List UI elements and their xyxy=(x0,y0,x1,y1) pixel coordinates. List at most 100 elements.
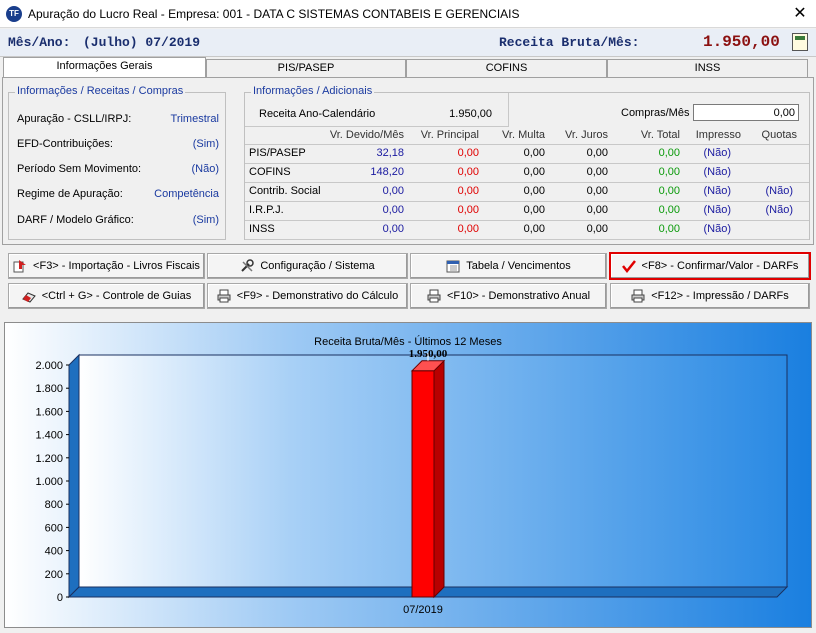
tax-row-name: INSS xyxy=(249,223,275,235)
col-header: Vr. Principal xyxy=(420,129,479,141)
calc-report-button[interactable]: <F9> - Demonstrativo do Cálculo xyxy=(207,283,408,309)
app-icon: TF xyxy=(6,6,22,22)
tax-cell-impresso[interactable]: (Não) xyxy=(703,185,731,197)
y-tick-label: 200 xyxy=(45,569,63,581)
tab-informacoes-gerais[interactable]: Informações Gerais xyxy=(3,57,206,78)
info-row-label: DARF / Modelo Gráfico: xyxy=(17,214,134,226)
config-button[interactable]: Configuração / Sistema xyxy=(207,253,408,279)
tax-cell-multa: 0,00 xyxy=(523,223,545,235)
annual-report-button-label: <F10> - Demonstrativo Anual xyxy=(446,290,591,302)
tax-cell-total: 0,00 xyxy=(658,185,680,197)
tax-cell-impresso[interactable]: (Não) xyxy=(703,223,731,235)
tax-cell-multa: 0,00 xyxy=(523,147,545,159)
tax-cell-devido: 0,00 xyxy=(382,204,404,216)
tax-cell-quotas[interactable]: (Não) xyxy=(765,185,793,197)
tools-icon xyxy=(240,259,255,273)
chart-title: Receita Bruta/Mês - Últimos 12 Meses xyxy=(314,335,502,348)
y-tick-label: 0 xyxy=(57,592,63,604)
info-row-label: Apuração - CSLL/IRPJ: xyxy=(17,113,132,125)
revenue-bar-side xyxy=(433,359,445,599)
tax-cell-total: 0,00 xyxy=(658,223,680,235)
confirm-darf-button[interactable]: <F8> - Confirmar/Valor - DARFs xyxy=(609,252,811,280)
info-row-value[interactable]: (Sim) xyxy=(193,214,219,226)
tax-cell-quotas[interactable]: (Não) xyxy=(765,204,793,216)
period-header: Mês/Ano: (Julho) 07/2019 Receita Bruta/M… xyxy=(0,29,816,57)
tax-cell-total: 0,00 xyxy=(658,147,680,159)
tab-pis-pasep[interactable]: PIS/PASEP xyxy=(206,59,406,77)
printer-icon xyxy=(427,289,441,303)
annual-revenue-label: Receita Ano-Calendário xyxy=(259,108,376,120)
import-button-label: <F3> - Importação - Livros Fiscais xyxy=(33,260,200,272)
bar-data-label: 1.950,00 xyxy=(409,348,448,360)
tax-cell-principal: 0,00 xyxy=(457,223,479,235)
table-button-label: Tabela / Vencimentos xyxy=(466,260,571,272)
info-row-label: Período Sem Movimento: xyxy=(17,163,142,175)
tax-row-name: Contrib. Social xyxy=(249,185,321,197)
tax-cell-juros: 0,00 xyxy=(586,166,608,178)
close-button[interactable]: ✕ xyxy=(786,2,814,26)
chart-left-wall xyxy=(68,353,80,599)
revenue-chart-svg: Receita Bruta/Mês - Últimos 12 Meses 0 200… xyxy=(5,323,811,627)
col-header: Vr. Juros xyxy=(565,129,608,141)
checkmark-icon xyxy=(621,259,636,274)
tax-cell-devido: 0,00 xyxy=(382,185,404,197)
tab-cofins[interactable]: COFINS xyxy=(406,59,607,77)
tax-cell-multa: 0,00 xyxy=(523,166,545,178)
tax-cell-juros: 0,00 xyxy=(586,185,608,197)
window-title: Apuração do Lucro Real - Empresa: 001 - … xyxy=(28,7,520,21)
tax-cell-principal: 0,00 xyxy=(457,166,479,178)
print-darfs-button-label: <F12> - Impressão / DARFs xyxy=(651,290,789,302)
tax-cell-juros: 0,00 xyxy=(586,147,608,159)
printer-icon xyxy=(631,289,645,303)
tax-row-name: I.R.P.J. xyxy=(249,204,284,216)
calculator-icon[interactable] xyxy=(792,33,808,51)
annual-report-button[interactable]: <F10> - Demonstrativo Anual xyxy=(410,283,607,309)
table-button[interactable]: Tabela / Vencimentos xyxy=(410,253,607,279)
y-tick-label: 1.600 xyxy=(35,406,63,418)
tax-cell-multa: 0,00 xyxy=(523,185,545,197)
col-header: Vr. Multa xyxy=(502,129,545,141)
info-row-value[interactable]: (Sim) xyxy=(193,138,219,150)
tax-cell-devido: 148,20 xyxy=(370,166,404,178)
tax-cell-juros: 0,00 xyxy=(586,204,608,216)
y-tick-label: 1.200 xyxy=(35,453,63,465)
y-tick-label: 400 xyxy=(45,546,63,558)
eraser-icon xyxy=(21,289,36,303)
tax-cell-devido: 0,00 xyxy=(382,223,404,235)
calc-report-button-label: <F9> - Demonstrativo do Cálculo xyxy=(236,290,399,302)
info-row-label: Regime de Apuração: xyxy=(17,188,123,200)
col-header: Impresso xyxy=(695,129,741,141)
info-row-value[interactable]: (Não) xyxy=(191,163,219,175)
guides-button[interactable]: <Ctrl + G> - Controle de Guias xyxy=(8,283,205,309)
confirm-darf-button-label: <F8> - Confirmar/Valor - DARFs xyxy=(641,260,799,272)
tax-cell-devido: 32,18 xyxy=(376,147,404,159)
tax-cell-impresso[interactable]: (Não) xyxy=(703,147,731,159)
tax-cell-total: 0,00 xyxy=(658,166,680,178)
y-tick-label: 1.000 xyxy=(35,476,63,488)
import-button[interactable]: <F3> - Importação - Livros Fiscais xyxy=(8,253,205,279)
tax-row-name: COFINS xyxy=(249,166,291,178)
tax-table: Vr. Devido/Mês Vr. Principal Vr. Multa V… xyxy=(245,127,809,240)
print-darfs-button[interactable]: <F12> - Impressão / DARFs xyxy=(610,283,810,309)
info-group-title: Informações / Receitas / Compras xyxy=(15,85,186,97)
tax-cell-impresso[interactable]: (Não) xyxy=(703,166,731,178)
y-tick-label: 800 xyxy=(45,499,63,511)
info-row-value: Trimestral xyxy=(170,113,219,125)
guides-button-label: <Ctrl + G> - Controle de Guias xyxy=(41,290,192,302)
tax-cell-juros: 0,00 xyxy=(586,223,608,235)
purchases-label: Compras/Mês xyxy=(621,107,690,119)
col-header: Vr. Devido/Mês xyxy=(329,129,404,141)
tax-cell-principal: 0,00 xyxy=(457,185,479,197)
tax-cell-total: 0,00 xyxy=(658,204,680,216)
tax-cell-principal: 0,00 xyxy=(457,204,479,216)
tax-cell-impresso[interactable]: (Não) xyxy=(703,204,731,216)
x-tick-label: 07/2019 xyxy=(403,604,443,616)
purchases-input[interactable] xyxy=(693,104,799,121)
col-header: Vr. Total xyxy=(640,129,680,141)
tab-inss[interactable]: INSS xyxy=(607,59,808,77)
calendar-icon xyxy=(446,259,460,273)
info-row-value: Competência xyxy=(154,188,219,200)
config-button-label: Configuração / Sistema xyxy=(260,260,375,272)
revenue-bar xyxy=(411,370,435,598)
y-tick-label: 2.000 xyxy=(35,360,63,372)
